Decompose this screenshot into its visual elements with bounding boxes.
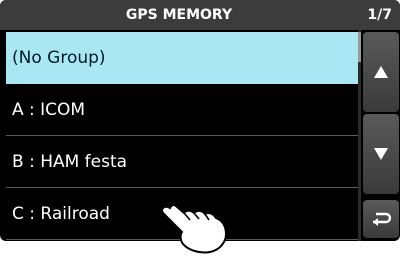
scroll-up-button[interactable] — [363, 32, 399, 112]
back-button[interactable] — [363, 200, 399, 238]
scroll-down-button[interactable] — [363, 114, 399, 194]
list-item-ham-festa[interactable]: B : HAM festa — [6, 136, 358, 188]
page-indicator: 1/7 — [367, 7, 392, 23]
list-item-no-group[interactable]: (No Group) — [6, 32, 358, 84]
screen-title: GPS MEMORY — [125, 7, 233, 23]
title-bar: GPS MEMORY 1/7 — [0, 0, 400, 30]
return-arrow-icon — [373, 212, 392, 226]
scrollbar-thumb[interactable] — [358, 32, 361, 62]
pointing-hand-icon — [152, 200, 228, 254]
scrollbar[interactable] — [358, 30, 361, 241]
triangle-down-icon — [374, 148, 388, 160]
list-item-icom[interactable]: A : ICOM — [6, 84, 358, 136]
triangle-up-icon — [374, 66, 388, 78]
